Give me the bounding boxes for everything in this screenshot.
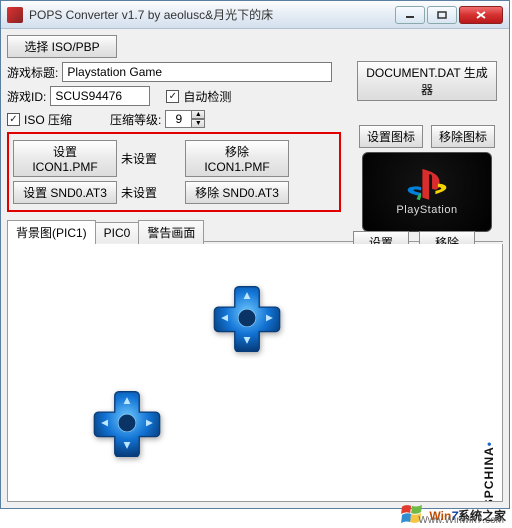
app-window: POPS Converter v1.7 by aeolusc&月光下的床 选择 … — [0, 0, 510, 509]
dpad-icon — [213, 284, 281, 352]
spinner-up-icon[interactable]: ▲ — [191, 110, 205, 119]
client-area: 选择 ISO/PBP 游戏标题: Playstation Game 游戏ID: … — [1, 29, 509, 508]
auto-detect-label: 自动检测 — [183, 88, 231, 105]
playstation-label: PlayStation — [396, 204, 457, 216]
close-icon — [476, 11, 486, 19]
remove-snd0-button[interactable]: 移除 SND0.AT3 — [185, 181, 289, 204]
remove-icon-button[interactable]: 移除图标 — [431, 125, 495, 148]
tab-warning[interactable]: 警告画面 — [138, 220, 204, 244]
auto-detect-checkbox[interactable]: ✓ — [166, 90, 179, 103]
tab-pic1[interactable]: 背景图(PIC1) — [7, 220, 96, 244]
game-title-label: 游戏标题: — [7, 64, 58, 81]
playstation-icon-preview: PlayStation — [362, 152, 492, 232]
playstation-logo-icon — [406, 169, 448, 201]
window-controls — [395, 6, 503, 24]
game-title-input[interactable]: Playstation Game — [62, 62, 332, 82]
right-column: DOCUMENT.DAT 生成器 设置图标 移除图标 PlayStation — [353, 61, 501, 232]
game-id-input[interactable]: SCUS94476 — [50, 86, 150, 106]
media-settings-frame: 设置 ICON1.PMF 未设置 移除 ICON1.PMF 设置 SND0.AT… — [7, 132, 341, 212]
remove-icon1-button[interactable]: 移除 ICON1.PMF — [185, 140, 289, 177]
set-icon1-button[interactable]: 设置 ICON1.PMF — [13, 140, 117, 177]
maximize-button[interactable] — [427, 6, 457, 24]
titlebar: POPS Converter v1.7 by aeolusc&月光下的床 — [1, 1, 509, 29]
compress-level-spinner[interactable]: 9 ▲ ▼ — [165, 110, 205, 128]
pspchina-brand: PSPCHINA• — [480, 441, 498, 502]
watermark-url: Www.Winwin7.com — [418, 515, 504, 526]
iso-compress-checkbox[interactable]: ✓ — [7, 113, 20, 126]
select-file-button[interactable]: 选择 ISO/PBP — [7, 35, 117, 58]
document-dat-button[interactable]: DOCUMENT.DAT 生成器 — [357, 61, 497, 101]
minimize-icon — [405, 11, 415, 19]
compress-level-value: 9 — [165, 110, 191, 128]
tab-pic0[interactable]: PIC0 — [95, 222, 140, 243]
snd0-status: 未设置 — [121, 184, 181, 201]
dpad-graphic-1 — [213, 284, 281, 352]
compress-level-label: 压缩等级: — [110, 111, 161, 128]
minimize-button[interactable] — [395, 6, 425, 24]
maximize-icon — [437, 11, 447, 19]
spinner-down-icon[interactable]: ▼ — [191, 119, 205, 128]
app-icon — [7, 7, 23, 23]
set-snd0-button[interactable]: 设置 SND0.AT3 — [13, 181, 117, 204]
icon1-status: 未设置 — [121, 150, 181, 167]
background-preview: PSPCHINA• — [7, 244, 503, 502]
iso-compress-label: ISO 压缩 — [24, 111, 72, 128]
window-title: POPS Converter v1.7 by aeolusc&月光下的床 — [29, 6, 395, 23]
game-id-label: 游戏ID: — [7, 88, 46, 105]
dpad-icon — [93, 389, 161, 457]
set-icon-button[interactable]: 设置图标 — [359, 125, 423, 148]
dpad-graphic-2 — [93, 389, 161, 457]
close-button[interactable] — [459, 6, 503, 24]
